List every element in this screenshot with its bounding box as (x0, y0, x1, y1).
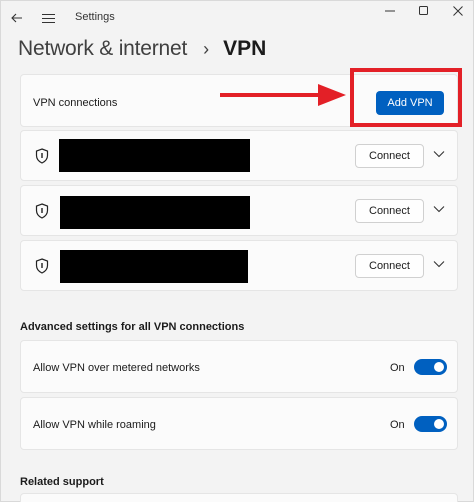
connect-button[interactable]: Connect (355, 144, 424, 168)
vpn-list-item[interactable]: Connect (20, 240, 458, 291)
redacted-vpn-name (60, 250, 248, 283)
roaming-label: Allow VPN while roaming (33, 419, 156, 431)
maximize-icon (419, 6, 428, 15)
chevron-down-icon[interactable] (433, 260, 445, 268)
breadcrumb: Network & internet › VPN (18, 36, 266, 62)
hamburger-menu-icon (41, 13, 55, 23)
red-arrow-annotation (220, 84, 346, 106)
title-bar: Settings (0, 0, 474, 36)
shield-icon (35, 258, 49, 274)
toggle-knob (434, 419, 444, 429)
vpn-list-item[interactable]: Connect (20, 130, 458, 181)
breadcrumb-separator: › (203, 38, 210, 59)
chevron-down-icon[interactable] (433, 150, 445, 158)
redacted-vpn-name (60, 196, 250, 229)
redacted-vpn-name (59, 139, 250, 172)
toggle-knob (434, 362, 444, 372)
close-icon (453, 6, 463, 16)
related-support-card[interactable] (20, 493, 458, 502)
roaming-toggle[interactable] (414, 416, 447, 432)
breadcrumb-network-internet[interactable]: Network & internet (18, 37, 187, 61)
add-vpn-button[interactable]: Add VPN (376, 91, 444, 115)
connect-button[interactable]: Connect (355, 254, 424, 278)
metered-networks-setting: Allow VPN over metered networks On (20, 340, 458, 393)
minimize-icon (385, 10, 395, 12)
page-title: VPN (223, 37, 267, 60)
advanced-settings-heading: Advanced settings for all VPN connection… (20, 321, 245, 333)
metered-networks-label: Allow VPN over metered networks (33, 362, 200, 374)
shield-icon (35, 148, 49, 164)
shield-icon (35, 203, 49, 219)
roaming-toggle-state: On (390, 419, 405, 431)
back-arrow-icon (11, 13, 22, 23)
app-title: Settings (75, 11, 115, 23)
roaming-setting: Allow VPN while roaming On (20, 397, 458, 450)
connect-button[interactable]: Connect (355, 199, 424, 223)
vpn-list-item[interactable]: Connect (20, 185, 458, 236)
navigation-menu-button[interactable] (37, 8, 59, 28)
metered-networks-toggle[interactable] (414, 359, 447, 375)
back-button[interactable] (6, 8, 28, 28)
related-support-heading: Related support (20, 476, 104, 488)
metered-toggle-state: On (390, 362, 405, 374)
close-button[interactable] (438, 3, 474, 19)
chevron-down-icon[interactable] (433, 205, 445, 213)
vpn-connections-label: VPN connections (33, 97, 118, 109)
